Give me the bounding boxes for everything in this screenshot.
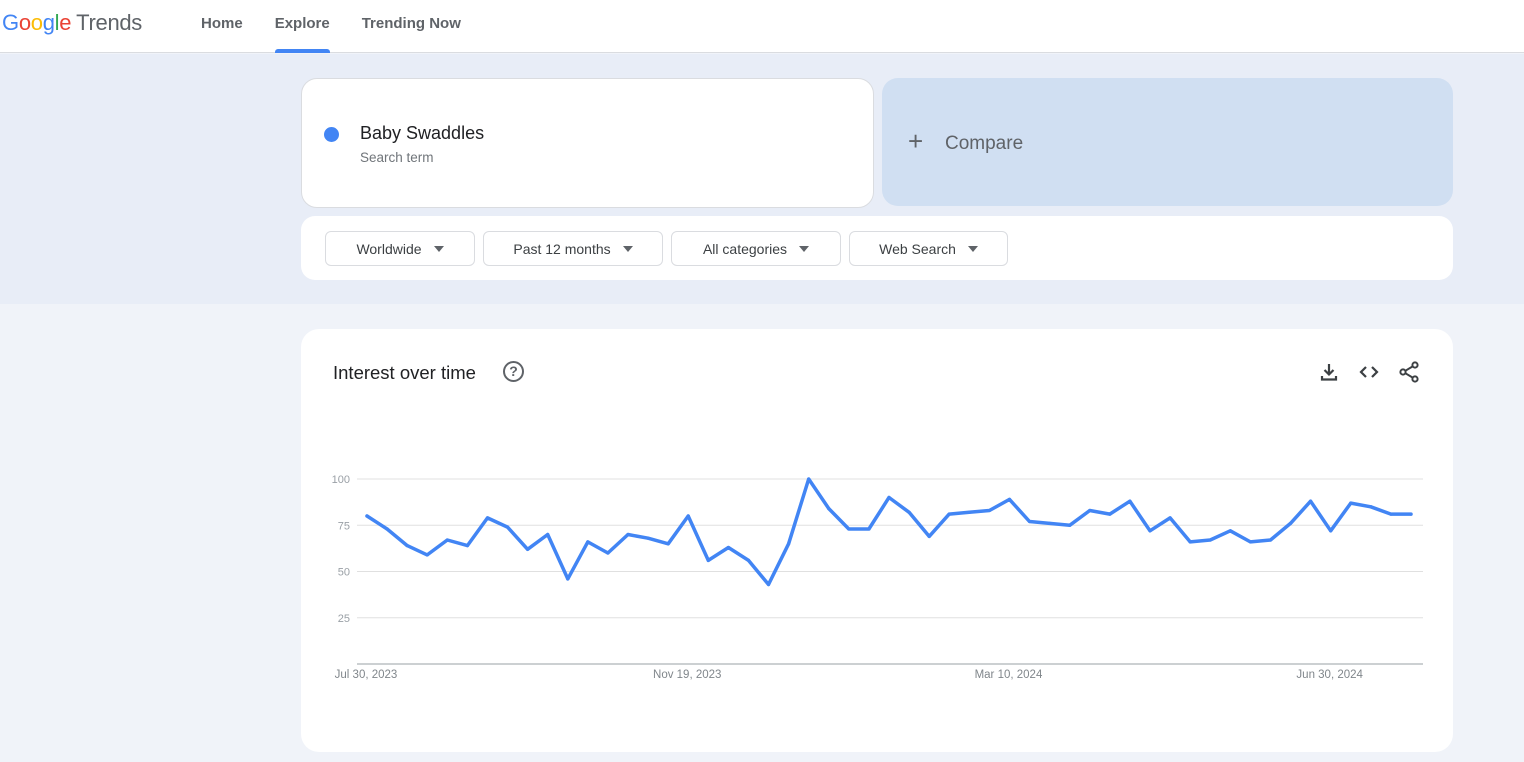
logo-letter: e	[59, 10, 72, 35]
caret-down-icon	[967, 245, 978, 252]
logo-letter: o	[18, 10, 31, 35]
logo-letter: G	[2, 10, 19, 35]
caret-down-icon	[622, 245, 633, 252]
logo-letter: g	[42, 10, 55, 35]
compare-label: Compare	[945, 133, 1024, 154]
main-nav: Home Explore Trending Now	[185, 0, 477, 53]
search-term-type: Search term	[360, 150, 434, 165]
nav-trending-now[interactable]: Trending Now	[346, 0, 477, 53]
nav-explore[interactable]: Explore	[259, 0, 346, 53]
embed-code-icon[interactable]	[1357, 360, 1381, 384]
chart-title: Interest over time	[333, 362, 476, 383]
nav-home[interactable]: Home	[185, 0, 259, 53]
caret-down-icon	[799, 245, 810, 252]
top-bar: Google Trends Home Explore Trending Now	[0, 0, 1524, 53]
filters-bar: Worldwide Past 12 months All categories …	[301, 216, 1453, 280]
compare-button[interactable]: + Compare	[882, 78, 1453, 206]
region-dropdown-label: Worldwide	[356, 240, 422, 257]
time-range-dropdown[interactable]: Past 12 months	[483, 231, 663, 266]
google-trends-logo[interactable]: Google Trends	[2, 10, 142, 36]
category-dropdown-label: All categories	[702, 240, 788, 257]
logo-letter: o	[30, 10, 43, 35]
search-type-dropdown-label: Web Search	[879, 240, 956, 257]
category-dropdown[interactable]: All categories	[671, 231, 841, 266]
search-type-dropdown[interactable]: Web Search	[849, 231, 1008, 266]
plus-icon: +	[908, 126, 924, 156]
search-term-name[interactable]: Baby Swaddles	[360, 123, 484, 144]
logo-product-name: Trends	[76, 10, 143, 35]
time-range-dropdown-label: Past 12 months	[513, 240, 611, 257]
region-dropdown[interactable]: Worldwide	[325, 231, 475, 266]
search-term-card[interactable]: Baby Swaddles Search term	[301, 78, 874, 208]
download-icon[interactable]	[1317, 360, 1341, 384]
caret-down-icon	[433, 245, 444, 252]
share-icon[interactable]	[1397, 360, 1421, 384]
help-icon[interactable]: ?	[503, 361, 524, 382]
interest-over-time-card: Interest over time ?	[301, 329, 1453, 752]
term-color-dot	[324, 127, 339, 142]
